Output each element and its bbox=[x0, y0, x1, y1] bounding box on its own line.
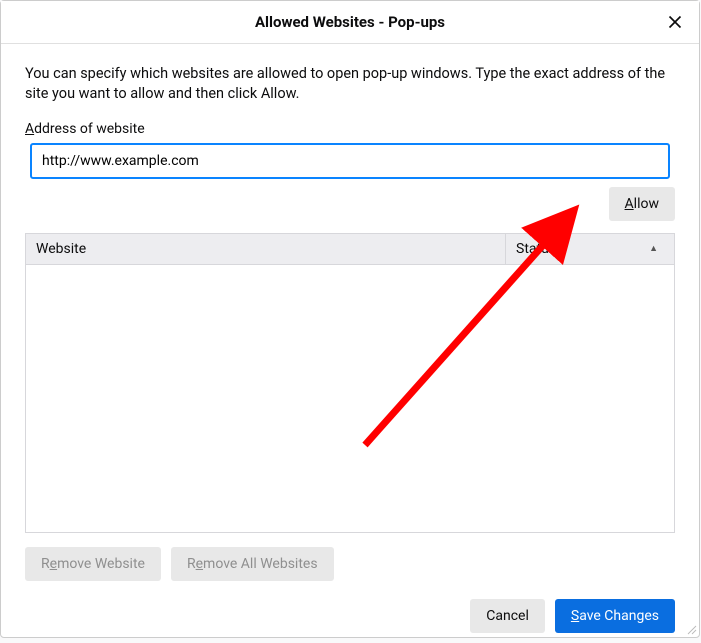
table-body bbox=[26, 265, 674, 532]
dialog-header: Allowed Websites - Pop-ups bbox=[1, 1, 699, 44]
close-button[interactable] bbox=[665, 12, 685, 32]
dialog-title: Allowed Websites - Pop-ups bbox=[255, 13, 445, 31]
remove-all-websites-button: Remove All Websites bbox=[171, 547, 334, 581]
remove-website-button: Remove Website bbox=[25, 547, 161, 581]
allow-button[interactable]: Allow bbox=[609, 187, 675, 221]
column-header-website[interactable]: Website bbox=[26, 234, 506, 264]
cancel-button[interactable]: Cancel bbox=[470, 599, 545, 633]
address-label: Address of website bbox=[25, 121, 675, 137]
save-changes-button[interactable]: Save Changes bbox=[555, 599, 675, 633]
column-header-status[interactable]: Status ▲ bbox=[506, 234, 674, 264]
popup-settings-dialog: Allowed Websites - Pop-ups You can speci… bbox=[0, 0, 700, 638]
dialog-content: You can specify which websites are allow… bbox=[1, 44, 699, 643]
close-icon bbox=[668, 15, 682, 29]
sort-ascending-icon: ▲ bbox=[649, 243, 658, 254]
websites-table: Website Status ▲ bbox=[25, 233, 675, 533]
remove-actions-row: Remove Website Remove All Websites bbox=[25, 547, 675, 581]
table-header: Website Status ▲ bbox=[26, 234, 674, 265]
address-input[interactable] bbox=[30, 143, 670, 179]
allow-button-row: Allow bbox=[25, 187, 675, 221]
footer-actions-row: Cancel Save Changes bbox=[25, 599, 675, 633]
description-text: You can specify which websites are allow… bbox=[25, 64, 675, 105]
